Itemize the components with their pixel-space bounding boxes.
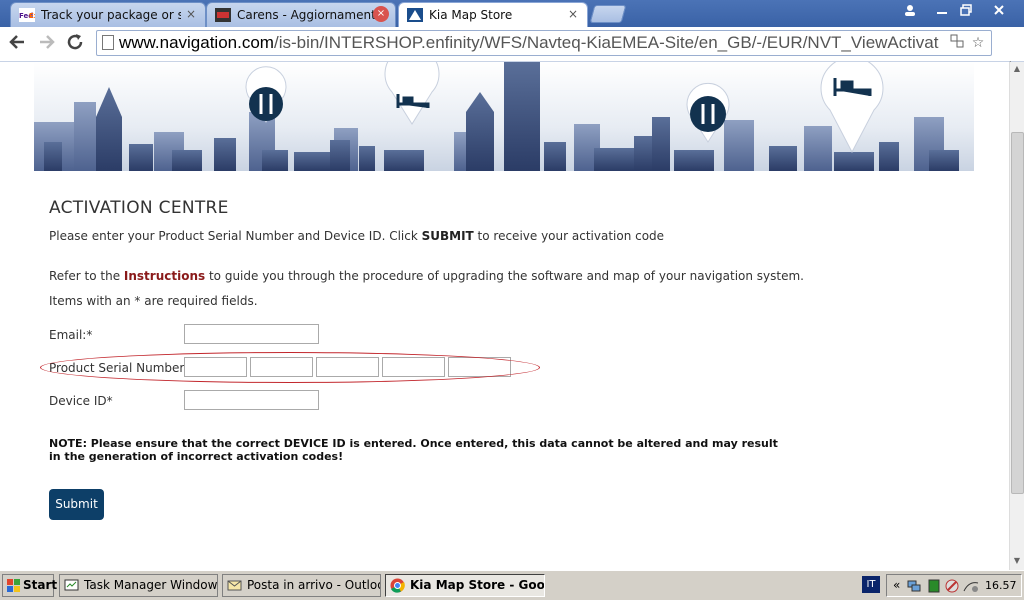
tab-carens[interactable]: Carens - Aggiornamento sw × — [206, 2, 396, 27]
svg-text:Ex: Ex — [29, 12, 35, 20]
network-icon[interactable] — [907, 579, 921, 593]
email-label: Email:* — [49, 328, 93, 342]
system-tray: « 16.57 — [886, 574, 1022, 597]
start-button[interactable]: Start — [2, 574, 57, 597]
restore-icon[interactable] — [952, 0, 980, 20]
star-icon[interactable]: ☆ — [969, 34, 987, 52]
close-window-icon[interactable] — [984, 0, 1014, 20]
navteq-icon — [407, 8, 423, 22]
windows-taskbar: Start Task Manager Windows Posta in arri… — [0, 570, 1024, 600]
reload-icon[interactable] — [64, 33, 86, 55]
clock[interactable]: 16.57 — [985, 579, 1017, 592]
page-viewport: ACTIVATION CENTRE Please enter your Prod… — [0, 62, 1009, 570]
language-indicator[interactable]: IT — [862, 576, 880, 593]
page-action-icon[interactable] — [948, 34, 966, 52]
outlook-icon — [227, 580, 242, 591]
intro-text: Please enter your Product Serial Number … — [49, 229, 665, 243]
browser-toolbar: www.navigation.com/is-bin/INTERSHOP.enfi… — [0, 27, 1024, 74]
chrome-icon — [390, 578, 405, 593]
close-icon[interactable]: × — [373, 6, 389, 22]
required-fields-note: Items with an * are required fields. — [49, 294, 258, 308]
taskbar-item-outlook[interactable]: Posta in arrivo - Outlook ... — [222, 574, 381, 597]
instructions-link[interactable]: Instructions — [124, 269, 205, 283]
scroll-down-icon[interactable]: ▼ — [1010, 554, 1024, 568]
email-field[interactable] — [184, 324, 319, 344]
fedex-icon: FedEx — [19, 8, 35, 22]
tab-label: Kia Map Store — [429, 8, 513, 22]
device-id-warning: NOTE: Please ensure that the correct DEV… — [49, 437, 778, 463]
windows-logo-icon — [7, 579, 20, 592]
taskbar-item-task-manager[interactable]: Task Manager Windows — [59, 574, 218, 597]
connection-icon[interactable] — [963, 579, 979, 593]
close-icon[interactable]: × — [565, 6, 581, 22]
monitor-icon[interactable] — [927, 579, 941, 593]
address-bar[interactable]: www.navigation.com/is-bin/INTERSHOP.enfi… — [96, 30, 992, 56]
new-tab-button[interactable] — [589, 5, 627, 23]
hotel-pin-icon — [384, 62, 440, 125]
vertical-scrollbar[interactable]: ▲ ▼ — [1009, 62, 1024, 570]
tab-kia-map-store[interactable]: Kia Map Store × — [398, 2, 588, 27]
tab-label: Carens - Aggiornamento sw — [237, 8, 377, 22]
tab-label: Track your package or shipm — [41, 8, 181, 22]
security-icon[interactable] — [945, 579, 959, 593]
browser-tabstrip: FedEx Track your package or shipm × Care… — [0, 0, 1024, 27]
back-icon[interactable] — [6, 33, 28, 55]
task-manager-icon — [64, 579, 79, 591]
forward-icon[interactable] — [36, 33, 58, 55]
scroll-up-icon[interactable]: ▲ — [1010, 62, 1024, 76]
device-id-field[interactable] — [184, 390, 319, 410]
tray-expand-icon[interactable]: « — [893, 578, 900, 592]
page-icon — [102, 35, 114, 50]
submit-button[interactable]: Submit — [49, 489, 104, 520]
taskbar-item-chrome[interactable]: Kia Map Store - Googl... — [385, 574, 545, 597]
scrollbar-thumb[interactable] — [1011, 132, 1024, 494]
page-title: ACTIVATION CENTRE — [49, 198, 229, 218]
skyline-illustration — [34, 62, 959, 171]
restaurant-pin-icon — [686, 82, 730, 143]
url-text: www.navigation.com/is-bin/INTERSHOP.enfi… — [119, 33, 939, 52]
profile-icon[interactable] — [896, 0, 924, 20]
highlight-ellipse — [40, 352, 540, 383]
forum-icon — [215, 8, 231, 22]
device-id-label: Device ID* — [49, 394, 113, 408]
close-icon[interactable]: × — [183, 6, 199, 22]
city-skyline-banner — [34, 62, 974, 171]
tab-fedex[interactable]: FedEx Track your package or shipm × — [10, 2, 206, 27]
instructions-text: Refer to the Instructions to guide you t… — [49, 269, 804, 283]
